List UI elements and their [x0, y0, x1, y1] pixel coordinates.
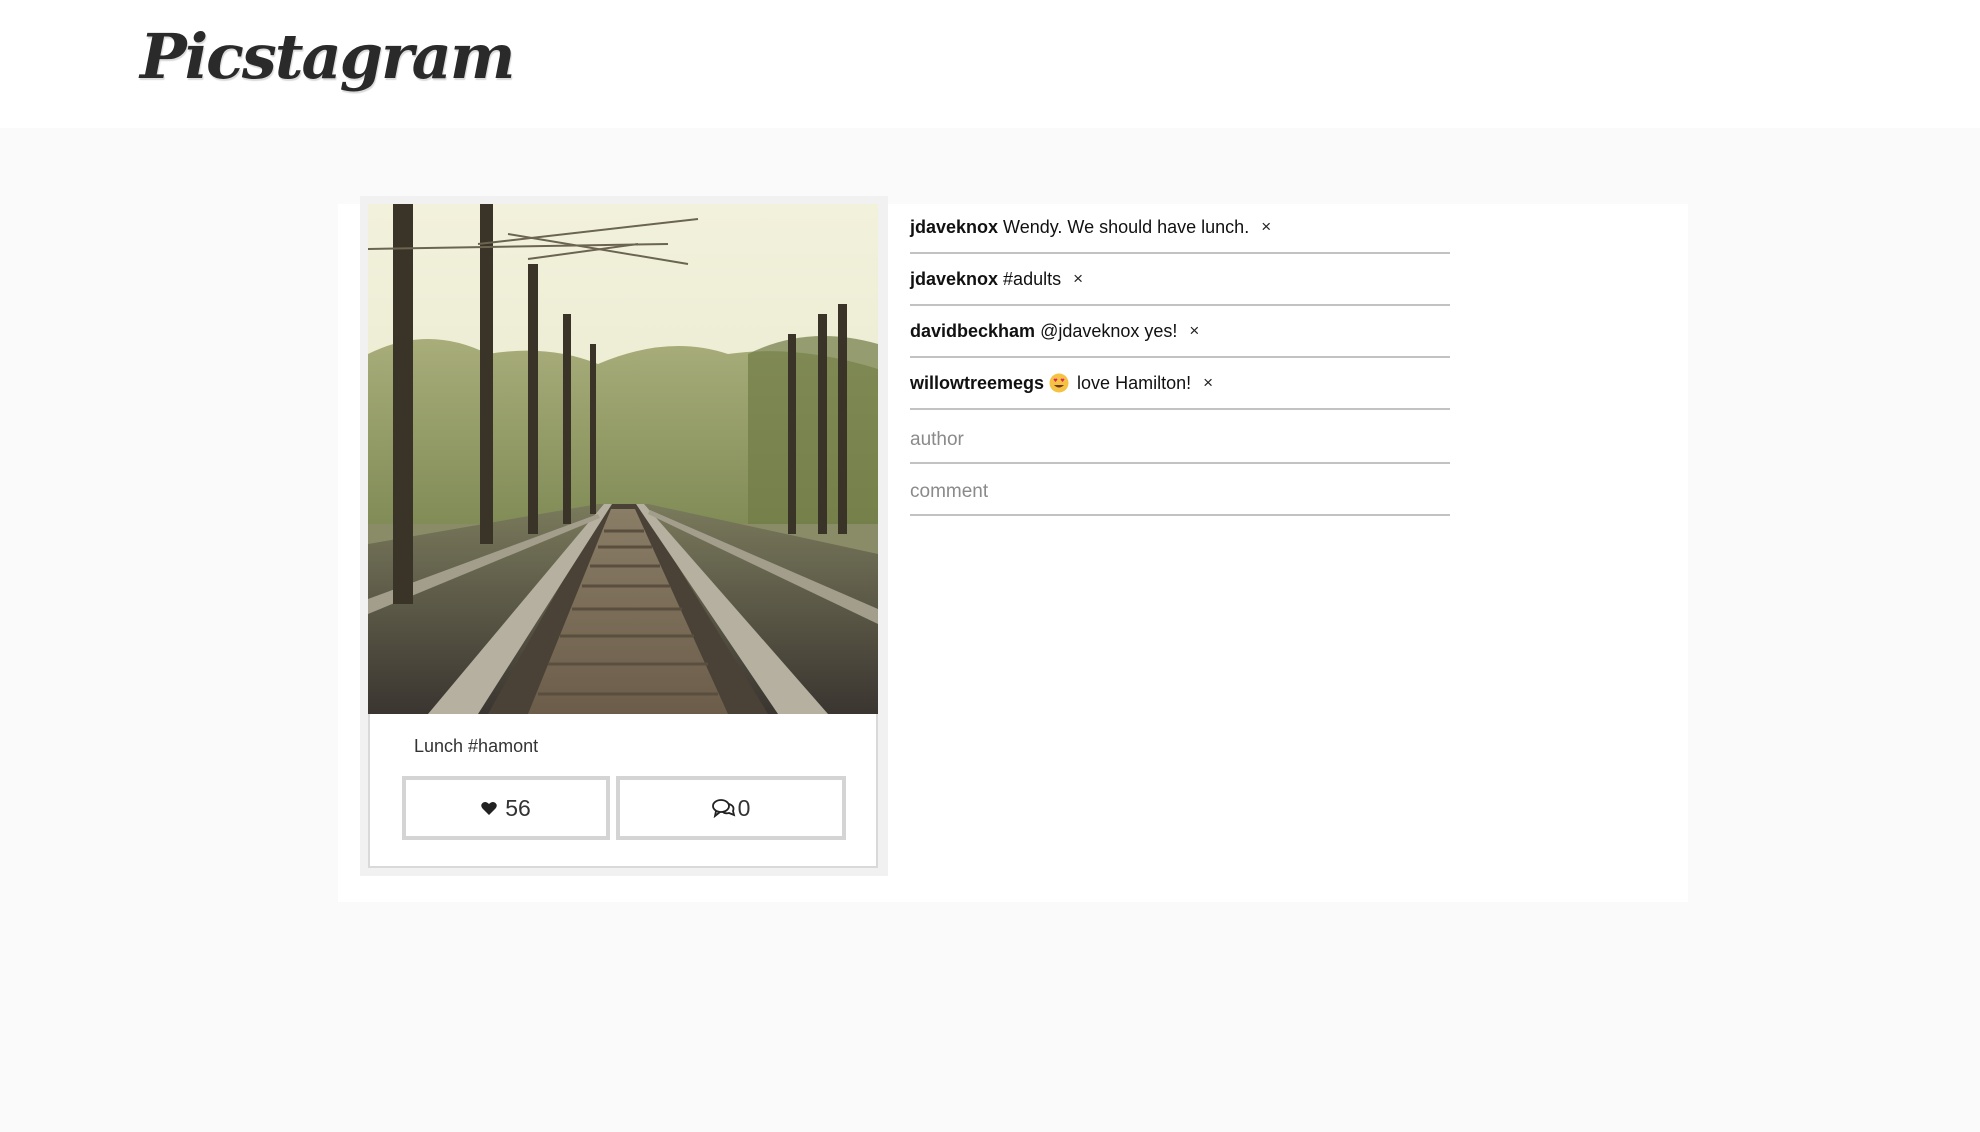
comment-text: #adults — [1003, 268, 1062, 289]
header: Picstagram — [0, 0, 1980, 128]
comment-item: davidbeckham @jdaveknox yes! × — [910, 306, 1450, 358]
comments-panel: jdaveknox Wendy. We should have lunch. ×… — [910, 204, 1450, 516]
logo[interactable]: Picstagram — [140, 20, 515, 93]
post-caption: Lunch #hamont — [414, 736, 539, 756]
author-input[interactable] — [910, 410, 1450, 462]
comment-author: davidbeckham — [910, 320, 1036, 341]
like-button[interactable]: 56 — [402, 776, 610, 840]
comments-button[interactable]: 0 — [616, 776, 846, 840]
comment-text: love Hamilton! — [1077, 372, 1192, 393]
remove-comment-button[interactable]: × — [1189, 321, 1199, 341]
comment-input[interactable] — [910, 462, 1450, 514]
comment-item: jdaveknox Wendy. We should have lunch. × — [910, 202, 1450, 254]
railway-photo-image — [368, 204, 878, 714]
main-panel: Lunch #hamont 56 0 jdaveknox Wendy. We s… — [338, 196, 1688, 902]
comment-text: @jdaveknox yes! — [1040, 320, 1178, 341]
comment-item: willowtreemegs love Hamilton! × — [910, 358, 1450, 410]
comment-text: Wendy. We should have lunch. — [1003, 216, 1250, 237]
author-field-wrapper — [910, 410, 1450, 464]
comment-item: jdaveknox #adults × — [910, 254, 1450, 306]
speech-bubbles-icon — [711, 798, 736, 818]
heart-icon — [481, 801, 497, 816]
remove-comment-button[interactable]: × — [1203, 373, 1213, 393]
comment-author: willowtreemegs — [910, 372, 1045, 393]
comment-field-wrapper — [910, 462, 1450, 516]
remove-comment-button[interactable]: × — [1261, 217, 1271, 237]
post-photo[interactable] — [368, 204, 878, 714]
heart-eyes-emoji-icon — [1049, 373, 1069, 393]
comment-author: jdaveknox — [910, 268, 999, 289]
comment-count: 0 — [737, 794, 751, 821]
post-card: Lunch #hamont 56 0 — [368, 204, 878, 868]
like-count: 56 — [505, 794, 531, 821]
comment-author: jdaveknox — [910, 216, 999, 237]
remove-comment-button[interactable]: × — [1073, 269, 1083, 289]
